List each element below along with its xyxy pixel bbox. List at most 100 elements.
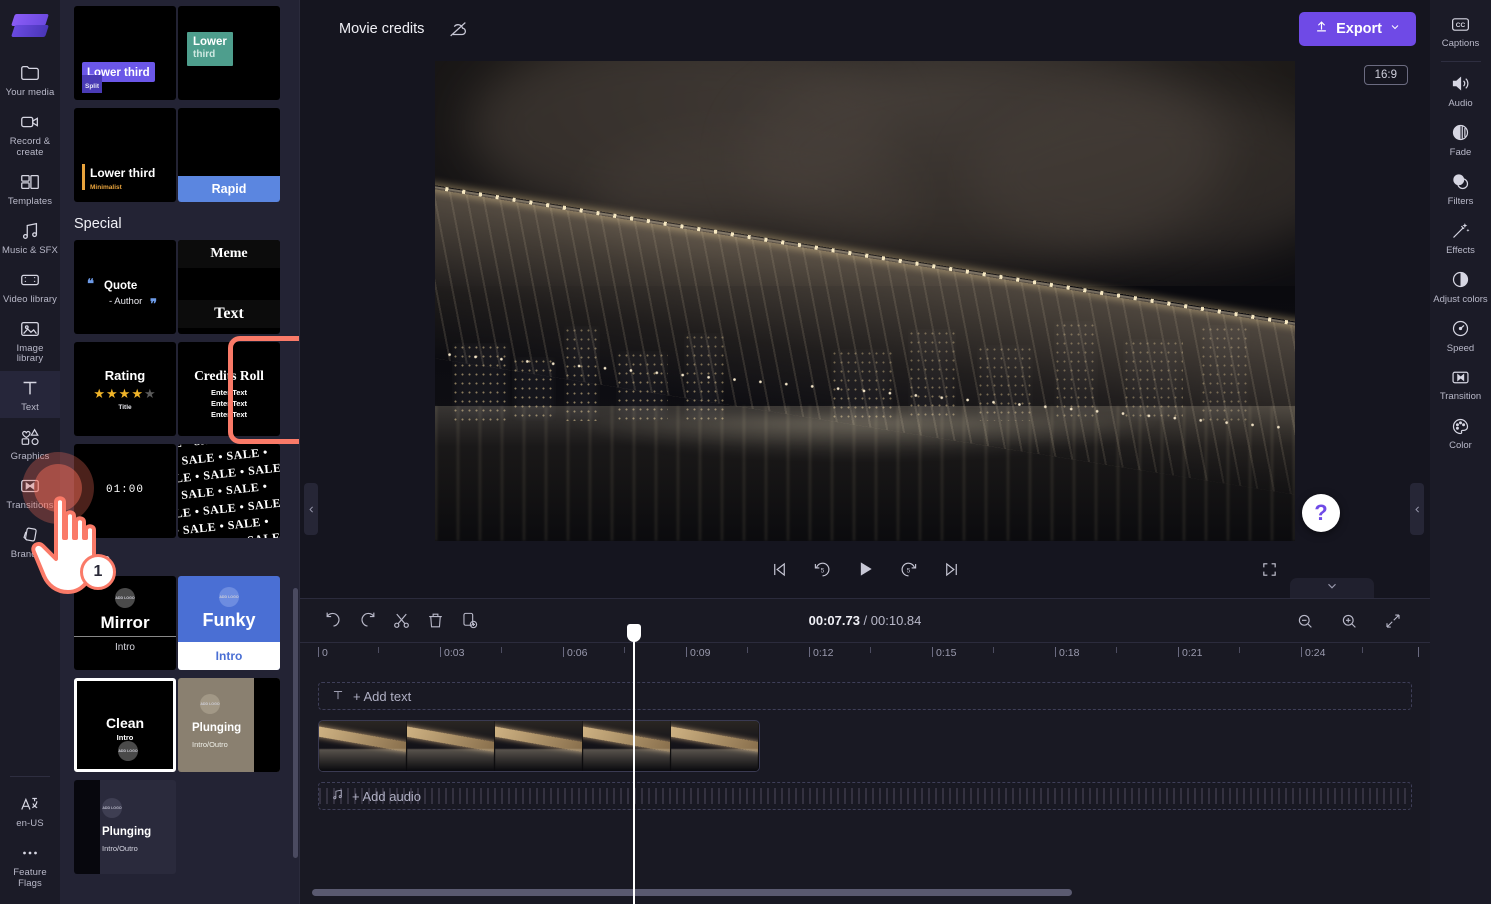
sidebar-item-transitions[interactable]: Transitions (0, 469, 60, 516)
template-lower-third-split[interactable]: Lower third Split (74, 6, 176, 100)
right-item-fade[interactable]: Fade (1430, 115, 1491, 164)
collapse-preview-button[interactable] (1290, 578, 1374, 598)
template-lines: Enter Text Enter Text Enter Text (210, 388, 248, 419)
sidebar-item-graphics[interactable]: Graphics (0, 420, 60, 467)
template-quote[interactable]: ❝ Quote - Author ❞ (74, 240, 176, 334)
forward-5-icon[interactable]: 5 (895, 556, 921, 582)
zoom-in-button[interactable] (1334, 606, 1364, 636)
sidebar-item-music-sfx[interactable]: Music & SFX (0, 214, 60, 261)
template-subtitle-chip: Split (82, 75, 103, 93)
sidebar-item-image-library[interactable]: Image library (0, 312, 60, 370)
template-line-2: third (193, 49, 216, 61)
help-button[interactable]: ? (1302, 494, 1340, 532)
playhead-handle[interactable] (627, 624, 641, 642)
export-button[interactable]: Export (1299, 11, 1416, 46)
template-bottom-text: Text (214, 305, 244, 322)
right-item-audio[interactable]: Audio (1430, 66, 1491, 115)
add-audio-track[interactable]: + Add audio (318, 782, 1412, 810)
sidebar-item-label: Music & SFX (2, 244, 58, 256)
text-t-icon (331, 688, 345, 705)
template-plunging-2[interactable]: ADD LOGO Plunging Intro/Outro (74, 780, 176, 874)
sidebar-item-video-library[interactable]: Video library (0, 263, 60, 310)
aspect-ratio-button[interactable]: 16:9 (1363, 65, 1408, 85)
sidebar-item-label: Text (21, 402, 39, 414)
fullscreen-icon[interactable] (1256, 556, 1282, 582)
sidebar-item-label: Templates (7, 195, 53, 207)
right-item-effects[interactable]: Effects (1430, 213, 1491, 262)
timeline-tracks: + Add text + Add audio (300, 668, 1430, 883)
undo-button[interactable] (318, 606, 348, 636)
sidebar-item-templates[interactable]: Templates (0, 165, 60, 212)
add-text-track[interactable]: + Add text (318, 682, 1412, 710)
ruler-label: 0:18 (1059, 647, 1080, 659)
template-lower-third-minimalist[interactable]: Lower third Minimalist (74, 108, 176, 202)
sidebar-item-record-create[interactable]: Record & create (0, 105, 60, 163)
sidebar-item-brand-kit[interactable]: Brand kit (0, 518, 60, 565)
contrast-icon (1450, 269, 1471, 291)
right-item-transition[interactable]: Transition (1430, 359, 1491, 408)
right-item-captions[interactable]: CC Captions (1430, 6, 1491, 55)
template-mirror[interactable]: ADD LOGO Mirror Intro (74, 576, 176, 670)
duplicate-button[interactable] (454, 606, 484, 636)
template-rating[interactable]: Rating ★★★★★ Title (74, 342, 176, 436)
redo-button[interactable] (352, 606, 382, 636)
zoom-out-button[interactable] (1290, 606, 1320, 636)
cloud-off-icon[interactable] (443, 14, 473, 44)
template-banner: Intro (178, 642, 280, 670)
panel-scrollbar[interactable] (293, 588, 298, 858)
template-teal-chip: Lower third (187, 32, 233, 66)
sidebar-item-your-media[interactable]: Your media (0, 56, 60, 103)
timecode-display: 00:07.73 / 00:10.84 (809, 613, 922, 628)
sidebar-item-label: en-US (16, 818, 44, 830)
right-item-color[interactable]: Color (1430, 408, 1491, 457)
add-text-label: + Add text (353, 688, 412, 704)
right-item-filters[interactable]: Filters (1430, 164, 1491, 213)
clip-frame (671, 721, 759, 771)
split-button[interactable] (386, 606, 416, 636)
sidebar-item-feature-flags[interactable]: Feature Flags (0, 836, 60, 894)
project-title[interactable]: Movie credits (330, 16, 433, 42)
template-subtitle: Intro/Outro (102, 844, 138, 853)
fade-icon (1450, 122, 1471, 144)
water-reflection (435, 406, 1295, 541)
right-item-adjust-colors[interactable]: Adjust colors (1430, 262, 1491, 311)
film-strip-icon (19, 269, 41, 291)
template-rapid[interactable]: Rapid (178, 108, 280, 202)
timeline-horizontal-scrollbar[interactable] (312, 889, 1072, 896)
template-timer[interactable]: 01:00 (74, 444, 176, 538)
template-funky[interactable]: ADD LOGO Funky Intro (178, 576, 280, 670)
template-lower-third-teal[interactable]: Lower third (178, 6, 280, 100)
sidebar-item-text[interactable]: Text (0, 371, 60, 419)
template-sale[interactable]: SALE • SALE • SALE • SALE • SALE • SALE … (178, 444, 280, 538)
transport-buttons: 5 5 (766, 556, 964, 582)
collapse-right-panel-handle[interactable] (1410, 483, 1424, 535)
collapse-left-panel-handle[interactable] (304, 483, 318, 535)
speedometer-icon (1450, 318, 1471, 340)
skip-start-icon[interactable] (766, 556, 792, 582)
fit-to-screen-button[interactable] (1378, 606, 1408, 636)
playhead[interactable] (627, 624, 641, 904)
play-icon[interactable] (852, 556, 878, 582)
closed-caption-icon: CC (1450, 13, 1471, 35)
app-logo (11, 8, 49, 42)
video-clip[interactable] (318, 720, 760, 772)
template-meme[interactable]: Meme Text (178, 240, 280, 334)
templates-scroll-area[interactable]: Lower third Split Lower third Lower thir… (60, 0, 300, 894)
magic-wand-icon (1450, 220, 1471, 242)
delete-button[interactable] (420, 606, 450, 636)
chevron-down-icon (1389, 21, 1401, 37)
sidebar-item-language[interactable]: en-US (0, 787, 60, 834)
sidebar-item-label: Graphics (10, 451, 50, 463)
template-title: Lower third (90, 166, 156, 180)
right-item-speed[interactable]: Speed (1430, 311, 1491, 360)
rewind-5-icon[interactable]: 5 (809, 556, 835, 582)
template-credits-roll[interactable]: Credits Roll Enter Text Enter Text Enter… (178, 342, 280, 436)
template-author: - Author (109, 296, 143, 307)
template-plunging-1[interactable]: ADD LOGO Plunging Intro/Outro (178, 678, 280, 772)
template-clean[interactable]: Clean Intro ADD LOGO (74, 678, 176, 772)
add-logo-badge: ADD LOGO (115, 588, 135, 608)
timeline-ruler[interactable]: 0 0:03 0:06 0:09 0:12 0:15 0:18 0:21 0:2… (300, 642, 1430, 668)
video-preview[interactable] (435, 61, 1295, 541)
skip-end-icon[interactable] (938, 556, 964, 582)
ruler-label: 0:06 (567, 647, 588, 659)
